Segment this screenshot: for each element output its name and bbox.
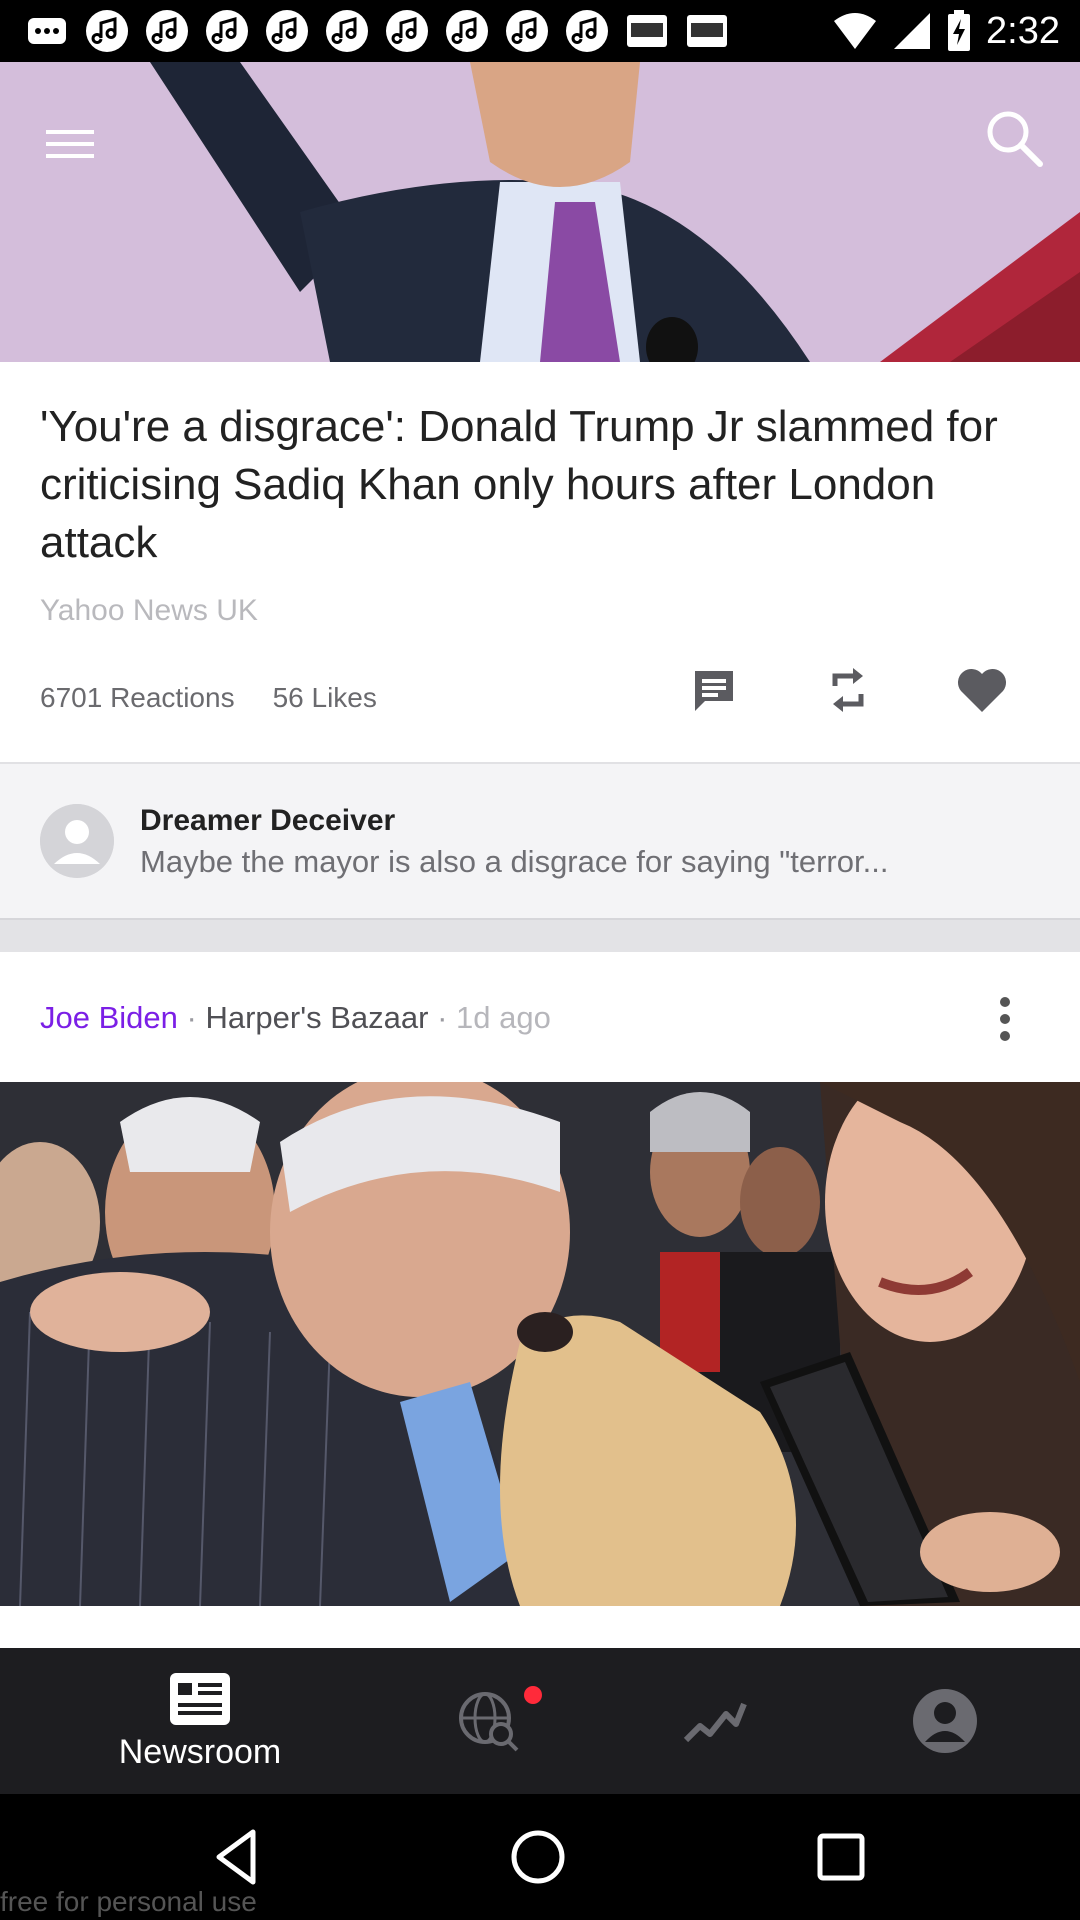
battery-charging-icon — [948, 10, 971, 51]
hero-image[interactable] — [0, 62, 1080, 362]
topic-author-link[interactable]: Joe Biden — [40, 1000, 178, 1035]
more-vert-icon — [1000, 997, 1010, 1041]
reactions-count[interactable]: 6701 Reactions — [40, 682, 235, 714]
article-headline[interactable]: 'You're a disgrace': Donald Trump Jr sla… — [40, 398, 1020, 572]
watermark-text: free for personal use — [0, 1886, 257, 1917]
globe-search-icon — [459, 1692, 519, 1752]
article-image[interactable] — [0, 1082, 1080, 1606]
more-options-button[interactable] — [990, 994, 1020, 1044]
article-card-2-body — [0, 1606, 1080, 1648]
tab-profile[interactable] — [890, 1648, 1000, 1794]
byline-separator: · — [428, 1000, 457, 1035]
comment-preview[interactable]: Dreamer Deceiver Maybe the mayor is also… — [0, 762, 1080, 920]
system-navigation-bar: free for personal use — [0, 1794, 1080, 1920]
music-icon — [204, 8, 250, 54]
system-status: 2:32 — [832, 9, 1060, 53]
signal-icon — [894, 13, 931, 49]
article-card[interactable]: 'You're a disgrace': Donald Trump Jr sla… — [0, 362, 1080, 762]
byline-separator: · — [177, 1000, 206, 1035]
music-icon — [84, 8, 130, 54]
byline: Joe Biden · Harper's Bazaar · 1d ago — [40, 1000, 551, 1036]
search-icon — [987, 111, 1043, 167]
user-avatar-icon — [40, 804, 114, 878]
music-icon — [564, 8, 610, 54]
recents-icon — [817, 1833, 865, 1881]
timestamp: 1d ago — [456, 1000, 551, 1035]
home-button[interactable] — [505, 1824, 571, 1890]
chat-icon — [24, 8, 70, 54]
avatar — [40, 804, 114, 878]
repost-icon — [832, 668, 864, 712]
menu-button[interactable] — [40, 114, 100, 174]
cnn-icon — [684, 8, 730, 54]
article-source: Yahoo News UK — [40, 594, 258, 627]
music-icon — [144, 8, 190, 54]
comment-button[interactable] — [686, 662, 742, 718]
trending-icon — [683, 1702, 747, 1743]
notification-icons — [24, 8, 730, 54]
article-stats: 6701 Reactions 56 Likes — [40, 682, 377, 714]
notification-dot — [524, 1686, 542, 1704]
music-icon — [264, 8, 310, 54]
card-separator — [0, 920, 1080, 952]
article-card-2-header: Joe Biden · Harper's Bazaar · 1d ago — [0, 952, 1080, 1082]
status-bar: 2:32 — [0, 0, 1080, 62]
publication-name: Harper's Bazaar — [205, 1000, 429, 1035]
tab-trending[interactable] — [660, 1648, 770, 1794]
tab-explore[interactable] — [430, 1648, 550, 1794]
tab-newsroom-label: Newsroom — [118, 1732, 282, 1771]
repost-button[interactable] — [820, 662, 876, 718]
bottom-tab-bar: Newsroom — [0, 1648, 1080, 1794]
profile-icon — [913, 1689, 977, 1753]
article-actions — [686, 662, 1010, 718]
back-icon — [216, 1829, 256, 1885]
cnn-icon — [624, 8, 670, 54]
clock: 2:32 — [986, 9, 1060, 52]
hero-photo — [0, 62, 1080, 362]
back-button[interactable] — [205, 1824, 271, 1890]
article-photo — [0, 1082, 1080, 1606]
recents-button[interactable] — [808, 1824, 874, 1890]
music-icon — [504, 8, 550, 54]
search-button[interactable] — [980, 104, 1050, 174]
home-icon — [511, 1830, 565, 1884]
comment-text: Maybe the mayor is also a disgrace for s… — [140, 844, 889, 879]
wifi-icon — [834, 13, 877, 49]
comment-author[interactable]: Dreamer Deceiver — [140, 804, 395, 838]
music-icon — [324, 8, 370, 54]
music-icon — [444, 8, 490, 54]
music-icon — [384, 8, 430, 54]
likes-count[interactable]: 56 Likes — [273, 682, 377, 714]
tab-newsroom[interactable]: Newsroom — [100, 1648, 300, 1794]
like-button[interactable] — [954, 662, 1010, 718]
comment-icon — [695, 671, 733, 711]
heart-icon — [957, 668, 1007, 712]
hamburger-menu-icon — [46, 130, 94, 158]
newsroom-icon — [170, 1672, 230, 1725]
